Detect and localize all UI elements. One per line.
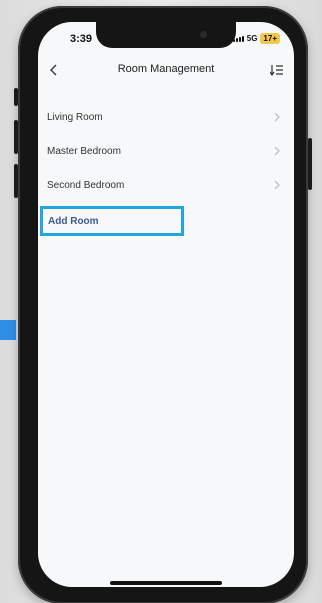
room-item-living-room[interactable]: Living Room: [38, 100, 294, 134]
phone-mute-switch: [14, 88, 18, 106]
room-list: Living Room Master Bedroom Second Bedroo…: [38, 100, 294, 202]
room-item-second-bedroom[interactable]: Second Bedroom: [38, 168, 294, 202]
home-indicator: [110, 581, 222, 585]
desktop-background: 3:39 5G 17+ Room Management Living Room …: [0, 0, 322, 603]
sort-button[interactable]: [268, 61, 286, 79]
phone-screen: 3:39 5G 17+ Room Management Living Room …: [38, 22, 294, 587]
nav-bar: Room Management: [38, 60, 294, 84]
page-title: Room Management: [117, 63, 215, 75]
signal-icon: [232, 35, 244, 42]
battery-icon: 17+: [260, 33, 280, 44]
room-label: Master Bedroom: [47, 145, 121, 157]
add-room-label: Add Room: [48, 215, 99, 227]
status-indicators: 5G 17+: [232, 33, 280, 44]
chevron-right-icon: [272, 112, 282, 122]
front-camera-icon: [200, 31, 207, 38]
phone-volume-up: [14, 120, 18, 154]
phone-volume-down: [14, 164, 18, 198]
network-label: 5G: [246, 34, 258, 43]
sort-icon: [270, 65, 283, 76]
phone-power-button: [308, 138, 312, 190]
chevron-right-icon: [272, 180, 282, 190]
room-label: Second Bedroom: [47, 179, 125, 191]
status-time: 3:39: [70, 33, 93, 45]
chevron-right-icon: [272, 146, 282, 156]
room-item-master-bedroom[interactable]: Master Bedroom: [38, 134, 294, 168]
room-label: Living Room: [47, 111, 103, 123]
background-accent: [0, 320, 16, 340]
add-room-button[interactable]: Add Room: [40, 206, 184, 236]
phone-notch: [96, 22, 236, 48]
